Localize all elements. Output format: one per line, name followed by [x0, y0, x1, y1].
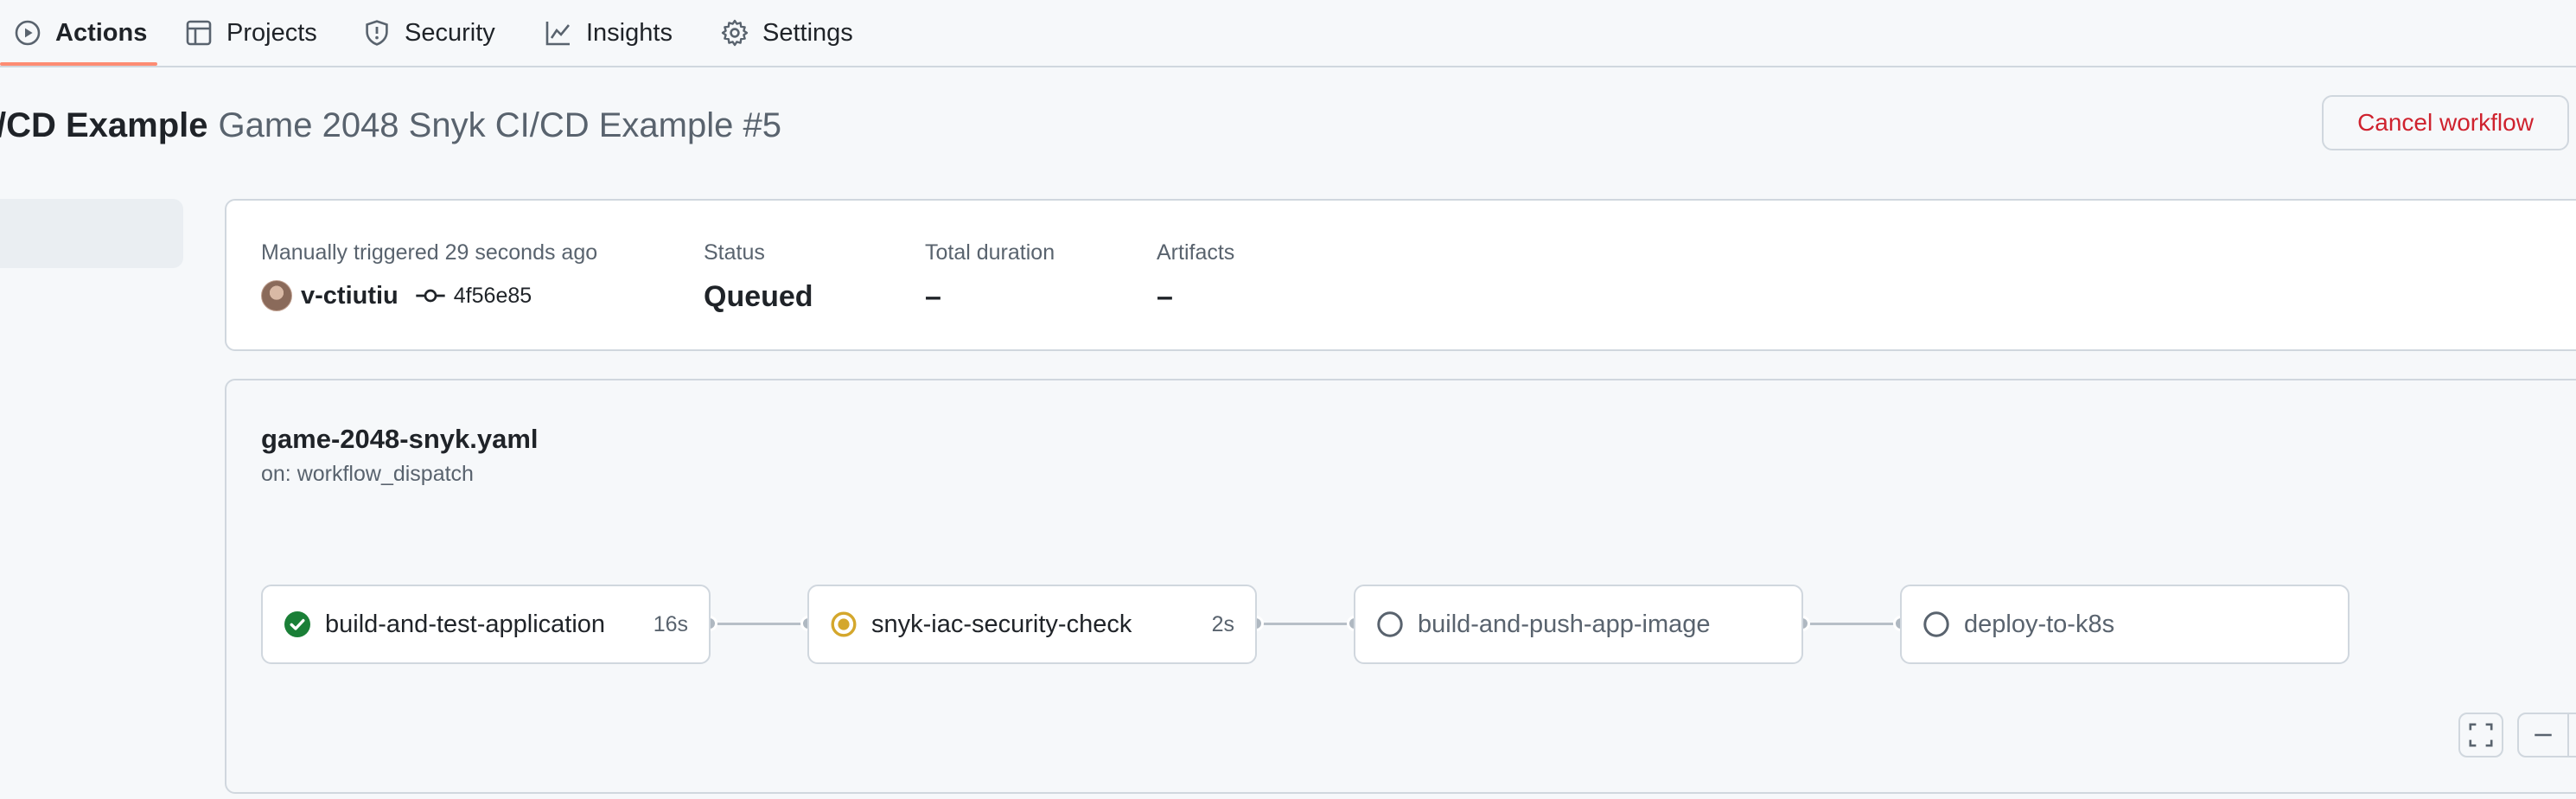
job-deploy-to-k8s[interactable]: deploy-to-k8s [1900, 585, 2350, 664]
cancel-workflow-button[interactable]: Cancel workflow [2322, 95, 2569, 150]
gear-icon [721, 19, 749, 47]
tab-projects[interactable]: Projects [185, 0, 317, 66]
in-progress-icon [831, 611, 857, 637]
zoom-in-button[interactable] [2567, 713, 2576, 757]
tab-insights[interactable]: Insights [545, 0, 673, 66]
duration-label: Total duration [925, 240, 1055, 265]
job-name: deploy-to-k8s [1964, 610, 2115, 638]
repo-nav: Actions Projects Security Insights Setti… [0, 0, 2576, 67]
run-summary-card: Manually triggered 29 seconds ago v-ctiu… [225, 199, 2576, 351]
fullscreen-button[interactable] [2458, 713, 2503, 757]
job-build-and-test-application[interactable]: build-and-test-application 16s [261, 585, 711, 664]
workflow-file-name[interactable]: game-2048-snyk.yaml [261, 424, 539, 455]
sidebar-item-summary[interactable] [0, 199, 183, 268]
play-icon [15, 20, 41, 46]
table-icon [186, 20, 212, 46]
check-circle-icon [284, 611, 310, 637]
status-value: Queued [704, 280, 813, 313]
run-name: Game 2048 Snyk CI/CD Example #5 [218, 105, 781, 144]
fullscreen-icon [2469, 723, 2493, 747]
actor-info: v-ctiutiu 4f56e85 [261, 280, 532, 311]
workflow-graph: game-2048-snyk.yaml on: workflow_dispatc… [225, 379, 2576, 794]
job-connector [711, 623, 807, 625]
workflow-title[interactable]: /CD Example [0, 106, 208, 145]
job-snyk-iac-security-check[interactable]: snyk-iac-security-check 2s [807, 585, 1257, 664]
job-build-and-push-app-image[interactable]: build-and-push-app-image [1354, 585, 1803, 664]
pending-circle-icon [1377, 611, 1403, 637]
pending-circle-icon [1923, 611, 1949, 637]
tab-settings[interactable]: Settings [721, 0, 853, 66]
job-name: build-and-test-application [325, 610, 606, 638]
minus-icon [2535, 733, 2552, 737]
job-duration: 2s [1211, 611, 1234, 636]
tab-security-label: Security [405, 18, 495, 47]
artifacts-label: Artifacts [1157, 240, 1235, 265]
commit-icon [416, 289, 445, 303]
trigger-text: Manually triggered 29 seconds ago [261, 240, 598, 265]
job-connector [1803, 623, 1900, 625]
run-title: /CD Example Game 2048 Snyk CI/CD Example… [0, 97, 781, 154]
tab-security[interactable]: Security [363, 0, 495, 66]
tab-insights-label: Insights [586, 18, 673, 47]
commit-sha[interactable]: 4f56e85 [454, 284, 532, 309]
avatar[interactable] [261, 280, 292, 311]
artifacts-value: – [1157, 280, 1173, 313]
actor-name[interactable]: v-ctiutiu [301, 282, 399, 310]
graph-icon [545, 22, 571, 46]
tab-actions[interactable]: Actions [14, 0, 147, 66]
workflow-trigger: on: workflow_dispatch [261, 462, 474, 486]
status-label: Status [704, 240, 765, 265]
tab-projects-label: Projects [226, 18, 317, 47]
shield-icon [366, 20, 388, 46]
job-name: snyk-iac-security-check [871, 610, 1132, 638]
job-connector [1257, 623, 1354, 625]
tab-settings-label: Settings [762, 18, 853, 47]
active-tab-underline [0, 62, 157, 66]
duration-value: – [925, 280, 941, 313]
tab-actions-label: Actions [55, 18, 148, 47]
zoom-out-button[interactable] [2517, 713, 2569, 757]
job-name: build-and-push-app-image [1418, 610, 1711, 638]
job-duration: 16s [653, 611, 688, 636]
